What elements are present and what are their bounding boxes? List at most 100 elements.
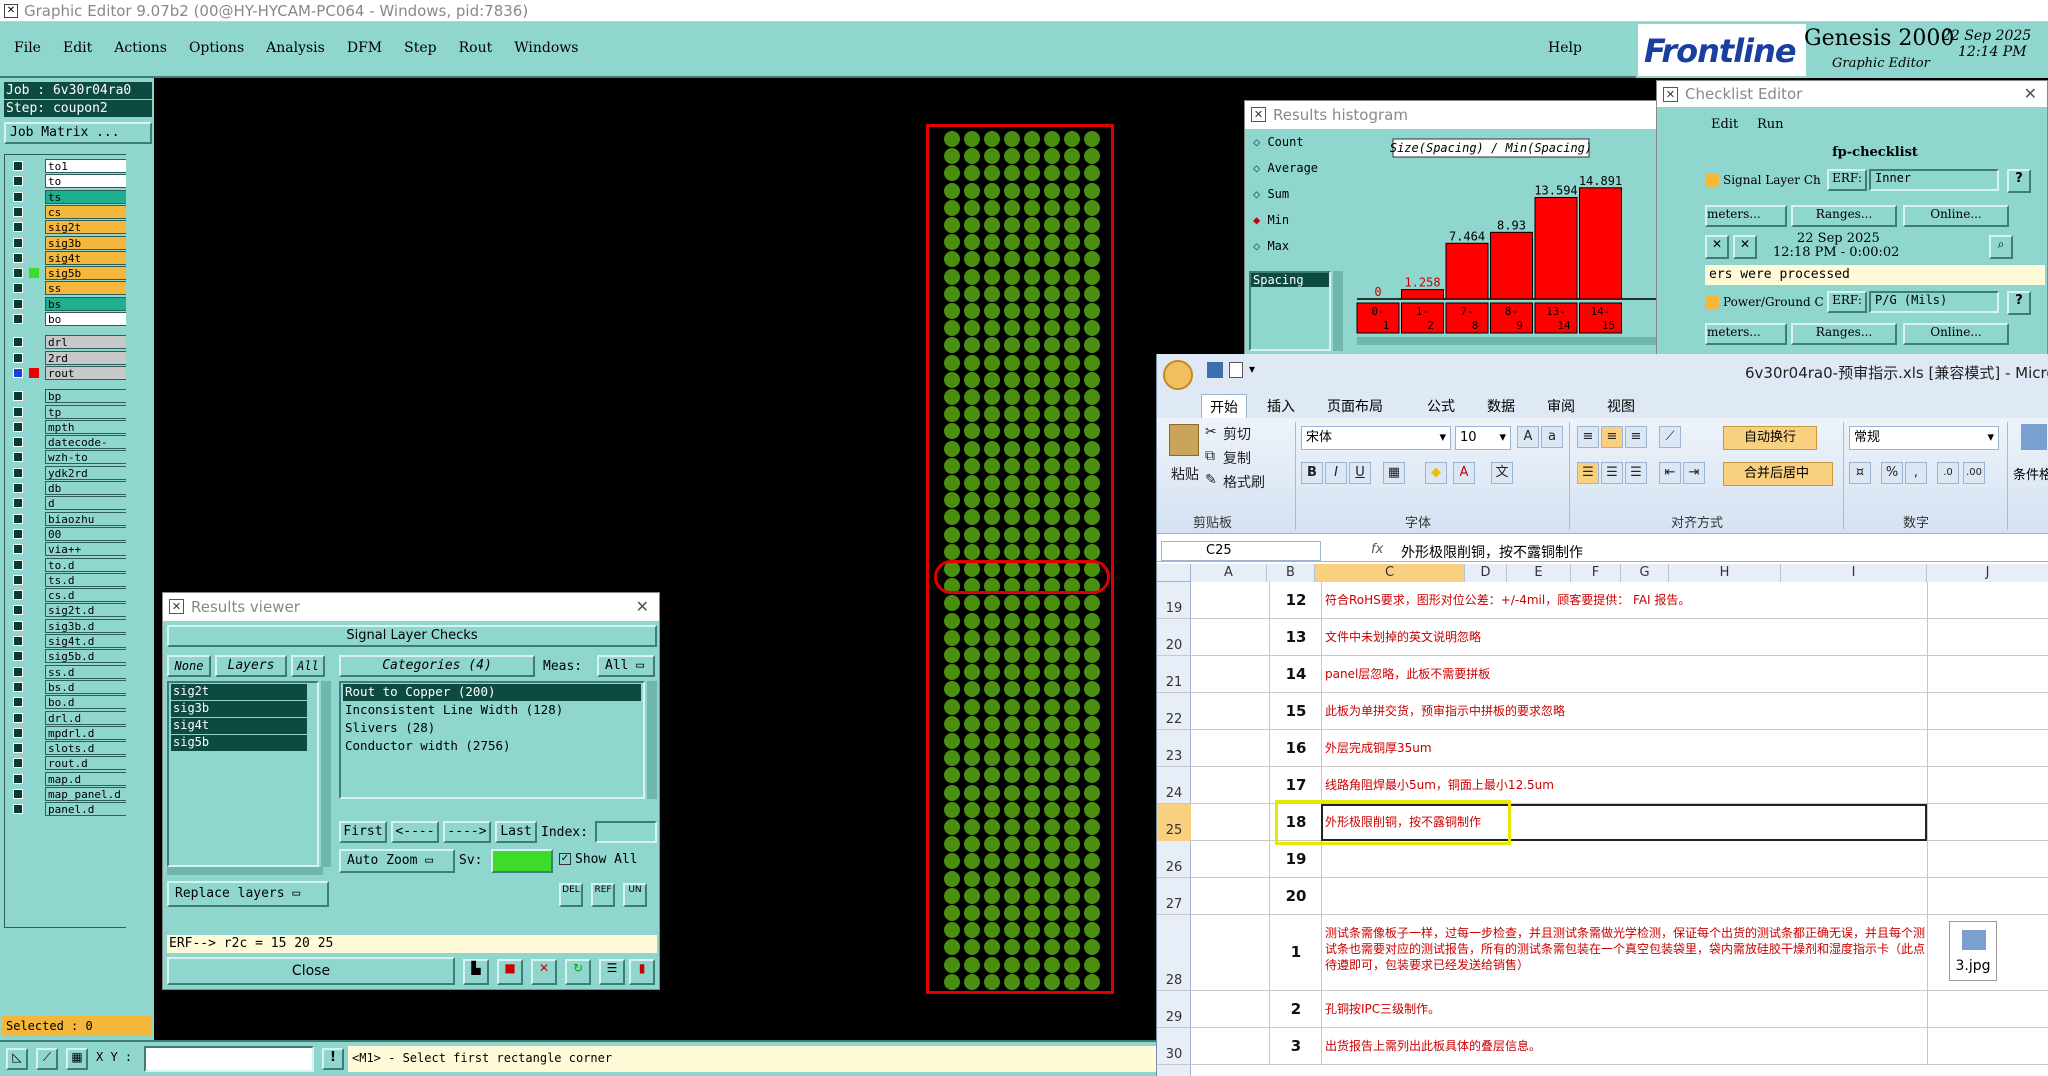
histogram-bar[interactable] [1534, 196, 1578, 300]
layer-color-swatch[interactable] [29, 468, 39, 478]
item-text[interactable]: 外层完成铜厚35um [1325, 740, 1925, 756]
layer-checkbox[interactable] [13, 452, 23, 463]
decrease-decimal-icon[interactable]: .00 [1963, 462, 1985, 484]
layer-color-swatch[interactable] [29, 299, 39, 309]
row-number[interactable]: 28 [1157, 915, 1191, 991]
layer-row[interactable]: d [5, 496, 127, 511]
row-number[interactable]: 24 [1157, 767, 1191, 804]
check-row-name[interactable]: Signal Layer Ch [1723, 173, 1821, 187]
category-item[interactable]: Conductor width (2756) [343, 738, 641, 755]
item-number[interactable]: 19 [1271, 850, 1321, 868]
phonetic-icon[interactable]: 文 [1491, 462, 1513, 484]
item-number[interactable]: 13 [1271, 628, 1321, 646]
layer-name[interactable]: bs [45, 296, 127, 311]
layer-name[interactable]: sig2t.d [45, 603, 127, 618]
help-icon[interactable]: ? [2007, 169, 2031, 193]
layer-color-swatch[interactable] [29, 422, 39, 432]
table-row[interactable]: 19 12 符合RoHS要求，图形对位公差：+/-4mil，顾客要提供： FAI 报… [1157, 582, 2048, 619]
select-all-corner[interactable] [1157, 564, 1191, 582]
check-row-name-2[interactable]: Power/Ground C [1723, 295, 1824, 309]
layer-checkbox[interactable] [13, 804, 23, 815]
underline-icon[interactable]: U [1349, 462, 1371, 484]
layer-color-swatch[interactable] [29, 222, 39, 232]
online-button[interactable]: Online... [1903, 205, 2009, 227]
stat-option-sum[interactable]: ◇ Sum [1253, 187, 1289, 207]
decrease-indent-icon[interactable]: ⇤ [1659, 462, 1681, 484]
histogram-bar[interactable] [1445, 242, 1489, 300]
result-layer-item[interactable]: sig2t [171, 684, 307, 700]
help-icon[interactable]: ? [2007, 291, 2031, 315]
menu-dfm[interactable]: DFM [347, 40, 382, 56]
layer-checkbox[interactable] [13, 367, 23, 378]
layer-color-swatch[interactable] [29, 192, 39, 202]
layer-color-swatch[interactable] [29, 367, 39, 378]
layer-row[interactable]: map.d [5, 771, 127, 787]
menu-options[interactable]: Options [189, 40, 244, 56]
item-number[interactable]: 20 [1271, 887, 1321, 905]
layer-name[interactable]: to [45, 174, 127, 189]
table-row[interactable]: 25 18 外形极限削铜，按不露铜制作 [1157, 800, 2048, 845]
bold-icon[interactable]: B [1301, 462, 1323, 484]
item-text[interactable]: 符合RoHS要求，图形对位公差：+/-4mil，顾客要提供： FAI 报告。 [1325, 592, 1925, 608]
layer-row[interactable]: mpdrl.d [5, 725, 127, 741]
layer-list-scrollbar[interactable] [321, 681, 331, 867]
layer-name[interactable]: map.d [45, 771, 127, 786]
layer-name[interactable]: bs.d [45, 679, 127, 694]
layer-name[interactable]: cs [45, 204, 127, 219]
layer-color-swatch[interactable] [29, 268, 39, 279]
column-header[interactable]: J [1927, 564, 2048, 582]
align-left-icon[interactable]: ☰ [1577, 462, 1599, 484]
table-row[interactable]: 20 13 文件中未划掉的英文说明忽略 [1157, 619, 2048, 656]
layer-checkbox[interactable] [13, 352, 23, 363]
ref-icon[interactable]: REF [591, 883, 615, 907]
layer-row[interactable]: mpth [5, 419, 127, 435]
ribbon-tab[interactable]: 审阅 [1539, 394, 1583, 418]
layer-row[interactable]: map_panel.d [5, 787, 127, 802]
layer-checkbox[interactable] [13, 681, 23, 692]
layer-name[interactable]: ss [45, 281, 127, 296]
layer-name[interactable]: cs.d [45, 588, 127, 603]
none-button[interactable]: None [167, 655, 211, 677]
cross-icon[interactable]: ✕ [531, 959, 557, 985]
info-icon[interactable]: ! [322, 1048, 344, 1070]
format-painter-button[interactable]: 格式刷 [1223, 472, 1265, 492]
hscrollbar[interactable] [167, 867, 323, 875]
item-number[interactable]: 12 [1271, 591, 1321, 609]
layer-name[interactable]: sig2t [45, 220, 127, 235]
measure-icon[interactable]: ⟋ [36, 1048, 58, 1070]
layer-name[interactable]: bp [45, 389, 127, 404]
table-row[interactable]: 21 14 panel层忽略，此板不需要拼板 [1157, 656, 2048, 693]
layer-checkbox[interactable] [13, 528, 23, 539]
layer-checkbox[interactable] [13, 298, 23, 309]
histogram-bar[interactable] [1490, 231, 1533, 300]
layer-row[interactable]: drl [5, 335, 127, 350]
office-button-icon[interactable] [1163, 360, 1193, 390]
layer-row[interactable]: db [5, 481, 127, 496]
layer-checkbox[interactable] [13, 605, 23, 616]
layer-checkbox[interactable] [13, 513, 23, 524]
layer-name[interactable]: to1 [45, 159, 127, 173]
erf-button[interactable]: ERF: [1827, 169, 1867, 191]
conditional-format-icon[interactable] [2021, 424, 2047, 450]
attachment-icon[interactable]: 3.jpg [1949, 921, 1997, 981]
layer-name[interactable]: bo [45, 312, 127, 326]
layer-checkbox[interactable] [13, 268, 23, 279]
layer-name[interactable]: sig4t [45, 250, 127, 265]
layer-color-swatch[interactable] [29, 314, 39, 324]
categories-button[interactable]: Categories (4) [339, 655, 535, 677]
layer-color-swatch[interactable] [29, 667, 39, 677]
run-icon[interactable]: ✕ [1705, 235, 1729, 259]
grid-icon[interactable]: ▦ [66, 1048, 88, 1070]
tools-icon[interactable]: ✕ [1733, 235, 1757, 259]
layer-row[interactable]: to1 [5, 159, 127, 174]
number-format-select[interactable]: 常规 ▾ [1849, 426, 1999, 450]
first-button[interactable]: First [339, 821, 387, 843]
layer-row[interactable]: to [5, 174, 127, 189]
column-header[interactable]: G [1621, 564, 1669, 582]
align-middle-icon[interactable]: ≡ [1601, 426, 1623, 448]
layer-color-swatch[interactable] [29, 337, 39, 347]
ranges-button[interactable]: Ranges... [1791, 205, 1897, 227]
item-number[interactable]: 1 [1271, 943, 1321, 961]
stat-option-count[interactable]: ◇ Count [1253, 135, 1304, 155]
layer-color-swatch[interactable] [29, 353, 39, 363]
